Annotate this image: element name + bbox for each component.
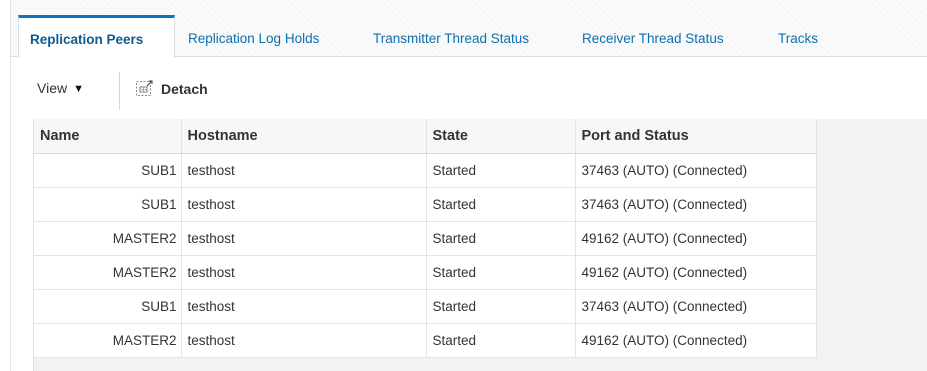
cell-hostname: testhost [181, 255, 427, 290]
detach-icon [135, 78, 155, 98]
cell-hostname: testhost [181, 153, 427, 188]
cell-state: Started [426, 153, 576, 188]
cell-name: SUB1 [34, 153, 182, 188]
tab-receiver-thread-status[interactable]: Receiver Thread Status [582, 15, 724, 58]
cell-port-status: 37463 (AUTO) (Connected) [575, 187, 817, 222]
column-header-hostname[interactable]: Hostname [181, 119, 427, 154]
cell-state: Started [426, 255, 576, 290]
cell-state: Started [426, 221, 576, 256]
view-menu-button[interactable]: View ▼ [37, 80, 84, 96]
cell-hostname: testhost [181, 187, 427, 222]
tab-transmitter-thread-status[interactable]: Transmitter Thread Status [373, 15, 529, 58]
cell-port-status: 37463 (AUTO) (Connected) [575, 289, 817, 324]
table-row[interactable]: SUB1 testhost Started 37463 (AUTO) (Conn… [34, 289, 817, 324]
cell-state: Started [426, 289, 576, 324]
cell-state: Started [426, 323, 576, 358]
cell-port-status: 49162 (AUTO) (Connected) [575, 323, 817, 358]
cell-hostname: testhost [181, 323, 427, 358]
column-header-name[interactable]: Name [34, 119, 182, 154]
cell-name: MASTER2 [34, 255, 182, 290]
cell-name: SUB1 [34, 187, 182, 222]
table-header-row: Name Hostname State Port and Status [34, 119, 817, 154]
table-row[interactable]: MASTER2 testhost Started 49162 (AUTO) (C… [34, 255, 817, 290]
tab-replication-peers[interactable]: Replication Peers [18, 15, 175, 58]
replication-panel: Replication Peers Replication Log Holds … [10, 0, 927, 371]
tab-tracks[interactable]: Tracks [778, 15, 818, 58]
table-row[interactable]: SUB1 testhost Started 37463 (AUTO) (Conn… [34, 153, 817, 188]
cell-port-status: 49162 (AUTO) (Connected) [575, 221, 817, 256]
cell-name: MASTER2 [34, 323, 182, 358]
column-header-state[interactable]: State [426, 119, 576, 154]
cell-port-status: 49162 (AUTO) (Connected) [575, 255, 817, 290]
cell-name: MASTER2 [34, 221, 182, 256]
detach-label: Detach [161, 81, 208, 97]
tab-bar: Replication Peers Replication Log Holds … [11, 0, 927, 58]
table-row[interactable]: SUB1 testhost Started 37463 (AUTO) (Conn… [34, 187, 817, 222]
replication-peers-table: Name Hostname State Port and Status SUB1… [34, 119, 817, 358]
cell-port-status: 37463 (AUTO) (Connected) [575, 153, 817, 188]
cell-hostname: testhost [181, 221, 427, 256]
view-menu-label: View [37, 80, 68, 96]
table-row[interactable]: MASTER2 testhost Started 49162 (AUTO) (C… [34, 323, 817, 358]
peers-table-container: Name Hostname State Port and Status SUB1… [33, 119, 927, 371]
detach-button[interactable]: Detach [135, 78, 208, 98]
cell-hostname: testhost [181, 289, 427, 324]
table-toolbar: View ▼ Detach [11, 72, 311, 110]
toolbar-divider [119, 72, 120, 110]
column-header-port-and-status[interactable]: Port and Status [575, 119, 817, 154]
cell-state: Started [426, 187, 576, 222]
cell-name: SUB1 [34, 289, 182, 324]
tab-replication-log-holds[interactable]: Replication Log Holds [188, 15, 319, 58]
caret-down-icon: ▼ [73, 83, 84, 95]
table-row[interactable]: MASTER2 testhost Started 49162 (AUTO) (C… [34, 221, 817, 256]
